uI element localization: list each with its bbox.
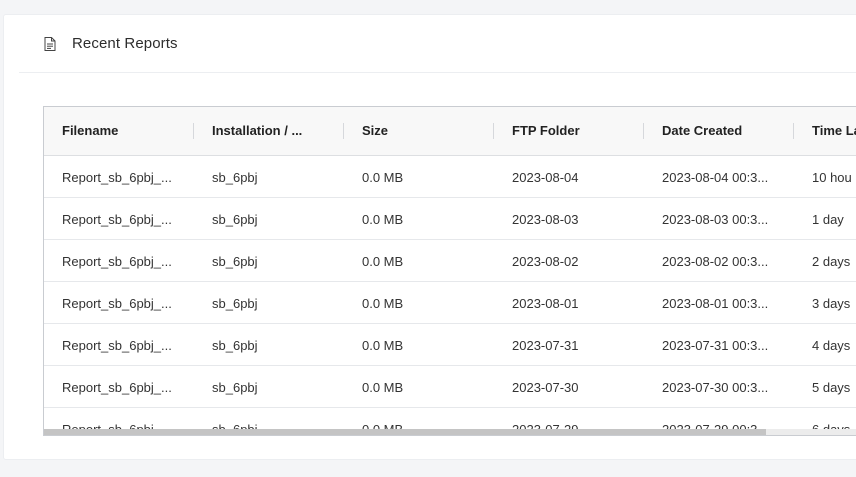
cell-ftp-folder: 2023-07-31 — [512, 338, 579, 353]
cell-filename: Report_sb_6pbj_... — [62, 296, 172, 311]
cell-time-last: 1 day — [812, 212, 844, 227]
table-row[interactable]: Report_sb_6pbj_... sb_6pbj 0.0 MB 2023-0… — [44, 156, 856, 198]
document-icon — [44, 36, 56, 51]
column-header-label: FTP Folder — [512, 123, 580, 138]
table-row[interactable]: Report_sb_6pbj_... sb_6pbj 0.0 MB 2023-0… — [44, 366, 856, 408]
cell-size: 0.0 MB — [362, 296, 404, 311]
column-header-label: Installation / ... — [212, 123, 303, 138]
recent-reports-card: Recent Reports Filename Installation / .… — [3, 14, 856, 460]
cell-size: 0.0 MB — [362, 338, 404, 353]
cell-ftp-folder: 2023-08-01 — [512, 296, 579, 311]
cell-installation: sb_6pbj — [212, 338, 258, 353]
cell-date-created: 2023-07-30 00:3... — [662, 380, 769, 395]
cell-time-last: 3 days — [812, 296, 851, 311]
cell-time-last: 2 days — [812, 254, 851, 269]
cell-installation: sb_6pbj — [212, 212, 258, 227]
cell-size: 0.0 MB — [362, 170, 404, 185]
column-header-label: Time La — [812, 123, 856, 138]
column-header-ftp-folder[interactable]: FTP Folder — [494, 107, 644, 155]
column-header-date-created[interactable]: Date Created — [644, 107, 794, 155]
cell-date-created: 2023-08-01 00:3... — [662, 296, 769, 311]
column-header-filename[interactable]: Filename — [44, 107, 194, 155]
cell-date-created: 2023-08-02 00:3... — [662, 254, 769, 269]
horizontal-scrollbar-thumb[interactable] — [44, 429, 766, 435]
cell-filename: Report_sb_6pbj_... — [62, 212, 172, 227]
column-header-time-last[interactable]: Time La — [794, 107, 856, 155]
cell-filename: Report_sb_6pbj_... — [62, 254, 172, 269]
column-header-label: Size — [362, 123, 389, 138]
column-header-label: Date Created — [662, 123, 743, 138]
table-body: Report_sb_6pbj_... sb_6pbj 0.0 MB 2023-0… — [44, 156, 856, 435]
cell-installation: sb_6pbj — [212, 254, 258, 269]
cell-date-created: 2023-07-31 00:3... — [662, 338, 769, 353]
horizontal-scrollbar[interactable] — [44, 429, 856, 435]
table-row[interactable]: Report_sb_6pbj_... sb_6pbj 0.0 MB 2023-0… — [44, 240, 856, 282]
table-header: Filename Installation / ... Size FTP Fol… — [44, 107, 856, 156]
cell-time-last: 5 days — [812, 380, 851, 395]
column-header-label: Filename — [62, 123, 119, 138]
cell-time-last: 10 hou — [812, 170, 852, 185]
cell-size: 0.0 MB — [362, 254, 404, 269]
table-row[interactable]: Report_sb_6pbj_... sb_6pbj 0.0 MB 2023-0… — [44, 324, 856, 366]
cell-size: 0.0 MB — [362, 380, 404, 395]
cell-ftp-folder: 2023-08-03 — [512, 212, 579, 227]
cell-filename: Report_sb_6pbj_... — [62, 170, 172, 185]
cell-filename: Report_sb_6pbj_... — [62, 380, 172, 395]
cell-time-last: 4 days — [812, 338, 851, 353]
cell-installation: sb_6pbj — [212, 296, 258, 311]
column-header-installation[interactable]: Installation / ... — [194, 107, 344, 155]
reports-table: Filename Installation / ... Size FTP Fol… — [43, 106, 856, 436]
cell-date-created: 2023-08-04 00:3... — [662, 170, 769, 185]
table-row[interactable]: Report_sb_6pbj_... sb_6pbj 0.0 MB 2023-0… — [44, 198, 856, 240]
card-header: Recent Reports — [19, 15, 856, 73]
cell-filename: Report_sb_6pbj_... — [62, 338, 172, 353]
cell-installation: sb_6pbj — [212, 170, 258, 185]
cell-date-created: 2023-08-03 00:3... — [662, 212, 769, 227]
cell-ftp-folder: 2023-08-04 — [512, 170, 579, 185]
card-title: Recent Reports — [72, 35, 178, 52]
cell-installation: sb_6pbj — [212, 380, 258, 395]
cell-ftp-folder: 2023-08-02 — [512, 254, 579, 269]
column-header-size[interactable]: Size — [344, 107, 494, 155]
cell-size: 0.0 MB — [362, 212, 404, 227]
cell-ftp-folder: 2023-07-30 — [512, 380, 579, 395]
table-row[interactable]: Report_sb_6pbj_... sb_6pbj 0.0 MB 2023-0… — [44, 282, 856, 324]
